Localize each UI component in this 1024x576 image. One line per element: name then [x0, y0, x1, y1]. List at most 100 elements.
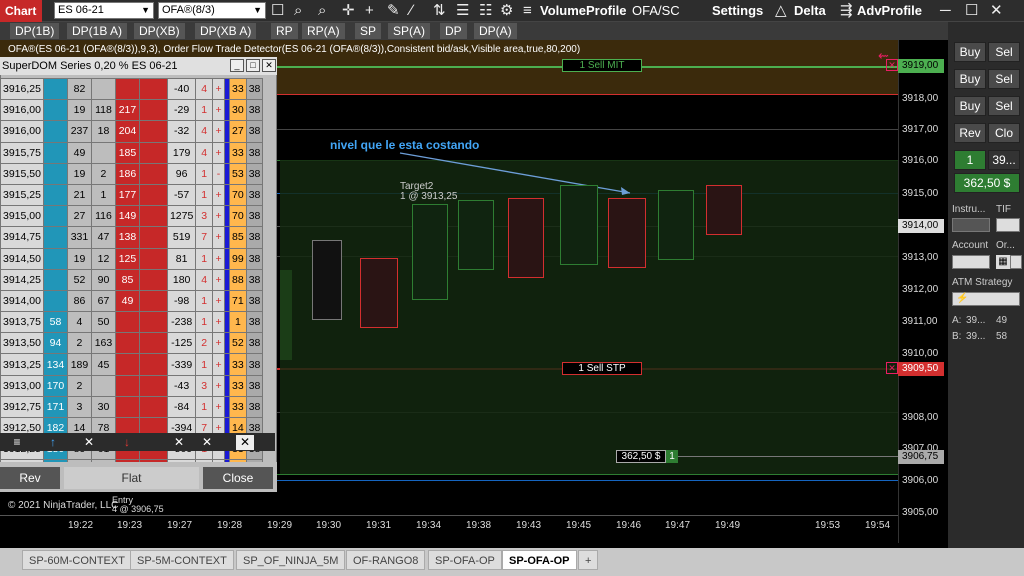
volume-value[interactable]: 38: [245, 183, 264, 207]
bid-volume[interactable]: 331: [66, 226, 92, 249]
delta-sign[interactable]: +: [212, 353, 226, 376]
ask-volume[interactable]: 163: [90, 332, 116, 355]
instrument-selector[interactable]: ES 06-21 ▼: [54, 2, 154, 19]
sell-cell[interactable]: [138, 141, 168, 164]
order-type-select[interactable]: [1010, 255, 1022, 269]
ladder-row[interactable]: 3914,00 86 67 49 -98 1 +71 38: [0, 289, 264, 313]
profit-loss[interactable]: -43: [166, 374, 197, 397]
bid-volume[interactable]: 237: [66, 120, 92, 143]
list-icon[interactable]: ☰: [456, 1, 469, 21]
ask-size[interactable]: [114, 311, 140, 334]
ask-volume[interactable]: 2: [90, 162, 116, 185]
trade-count[interactable]: 4: [195, 120, 214, 143]
ask-size[interactable]: 185: [114, 141, 140, 164]
bid-volume[interactable]: 82: [66, 77, 92, 101]
ladder-price[interactable]: 3913,00: [0, 374, 44, 397]
trade-count[interactable]: 7: [195, 226, 214, 249]
cancel-orders-icon[interactable]: ✕: [170, 435, 188, 450]
bid-volume[interactable]: 27: [66, 205, 92, 228]
delta-sign[interactable]: +: [212, 205, 226, 228]
bid-size[interactable]: 171: [42, 395, 68, 419]
bid-size[interactable]: [42, 205, 68, 228]
tab-sp-ofa-op[interactable]: SP-OFA-OP: [428, 550, 502, 570]
bid-volume[interactable]: 49: [66, 141, 92, 164]
trade-count[interactable]: 1: [195, 99, 214, 122]
close-button[interactable]: Clo: [988, 123, 1020, 143]
bid-size[interactable]: [42, 99, 68, 122]
bid-volume[interactable]: 52: [66, 268, 92, 291]
ladder-price[interactable]: 3916,25: [0, 77, 44, 101]
ask-size[interactable]: [114, 77, 140, 101]
ask-volume[interactable]: 45: [90, 353, 116, 376]
trade-count[interactable]: 1: [195, 395, 214, 419]
ladder-row[interactable]: 3916,00 19 118 217 -29 1 +30 38: [0, 99, 264, 122]
close-icon[interactable]: ✕: [262, 59, 276, 72]
volume-profile[interactable]: 33: [229, 141, 247, 164]
volume-profile[interactable]: 30: [229, 99, 247, 122]
sell-cell[interactable]: [138, 183, 168, 207]
ask-volume[interactable]: 1: [90, 183, 116, 207]
delta-sign[interactable]: +: [212, 99, 226, 122]
delta-sign[interactable]: +: [212, 374, 226, 397]
zoom-icon[interactable]: ⌕: [294, 1, 302, 21]
ask-volume[interactable]: [90, 374, 116, 397]
volume-profile[interactable]: 99: [229, 247, 247, 270]
bid-volume[interactable]: 19: [66, 162, 92, 185]
bid-volume[interactable]: 86: [66, 289, 92, 313]
bid-volume[interactable]: 2: [66, 332, 92, 355]
close-position-button[interactable]: Close: [203, 467, 273, 489]
trade-count[interactable]: 3: [195, 374, 214, 397]
volume-profile[interactable]: 85: [229, 226, 247, 249]
ladder-row[interactable]: 3916,25 82 -40 4 +33 38: [0, 77, 264, 101]
ladder-price[interactable]: 3916,00: [0, 99, 44, 122]
volume-profile-icon[interactable]: ≡: [523, 1, 532, 21]
delta-sign[interactable]: +: [212, 226, 226, 249]
bid-size[interactable]: [42, 247, 68, 270]
sell-cell[interactable]: [138, 247, 168, 270]
dp-xb-button[interactable]: DP(XB): [134, 23, 185, 39]
profit-loss[interactable]: 179: [166, 141, 197, 164]
ask-size[interactable]: 49: [114, 289, 140, 313]
profit-loss[interactable]: -29: [166, 99, 197, 122]
volume-profile[interactable]: 27: [229, 120, 247, 143]
dp-1b-button[interactable]: DP(1B): [10, 23, 60, 39]
volume-value[interactable]: 38: [245, 77, 264, 101]
volume-value[interactable]: 38: [245, 141, 264, 164]
cancel-bids-icon[interactable]: ✕: [80, 435, 98, 450]
profit-loss[interactable]: 81: [166, 247, 197, 270]
ask-volume[interactable]: 47: [90, 226, 116, 249]
ladder-price[interactable]: 3912,75: [0, 395, 44, 419]
tab-sp-60m-context[interactable]: SP-60M-CONTEXT: [22, 550, 132, 570]
bid-size[interactable]: [42, 183, 68, 207]
sell-cell[interactable]: [138, 226, 168, 249]
close-icon[interactable]: ✕: [990, 1, 1003, 21]
add-tab-button[interactable]: +: [578, 550, 599, 570]
ladder-row[interactable]: 3915,75 49 185 179 4 +33 38: [0, 141, 264, 164]
ask-size[interactable]: 125: [114, 247, 140, 270]
ladder-row[interactable]: 3914,75 331 47 138 519 7 +85 38: [0, 226, 264, 249]
delta-sign[interactable]: +: [212, 141, 226, 164]
ask-size[interactable]: [114, 374, 140, 397]
trade-count[interactable]: 1: [195, 183, 214, 207]
volume-value[interactable]: 38: [245, 268, 264, 291]
series-selector[interactable]: OFA®(8/3) ▼: [158, 2, 266, 19]
volume-profile[interactable]: 33: [229, 395, 247, 419]
volume-profile[interactable]: 71: [229, 289, 247, 313]
trade-icon[interactable]: ⇅: [433, 1, 446, 21]
delta-sign[interactable]: -: [212, 162, 226, 185]
ladder-price[interactable]: 3915,75: [0, 141, 44, 164]
volume-profile[interactable]: 33: [229, 374, 247, 397]
sell-cell[interactable]: [138, 205, 168, 228]
chart-tab[interactable]: Chart: [0, 0, 42, 22]
ladder-price[interactable]: 3914,00: [0, 289, 44, 313]
sell-cell[interactable]: [138, 374, 168, 397]
crosshair-icon[interactable]: ✛: [342, 1, 355, 21]
volume-profile[interactable]: 70: [229, 183, 247, 207]
delta-sign[interactable]: +: [212, 332, 226, 355]
dp-1b-a-button[interactable]: DP(1B A): [67, 23, 128, 39]
sell-cell[interactable]: [138, 120, 168, 143]
ladder-row[interactable]: 3915,00 27 116 149 1275 3 +70 38: [0, 205, 264, 228]
profit-loss[interactable]: -84: [166, 395, 197, 419]
adv-profile-icon[interactable]: ⇶: [840, 1, 853, 21]
delta-button[interactable]: Delta: [794, 0, 826, 22]
